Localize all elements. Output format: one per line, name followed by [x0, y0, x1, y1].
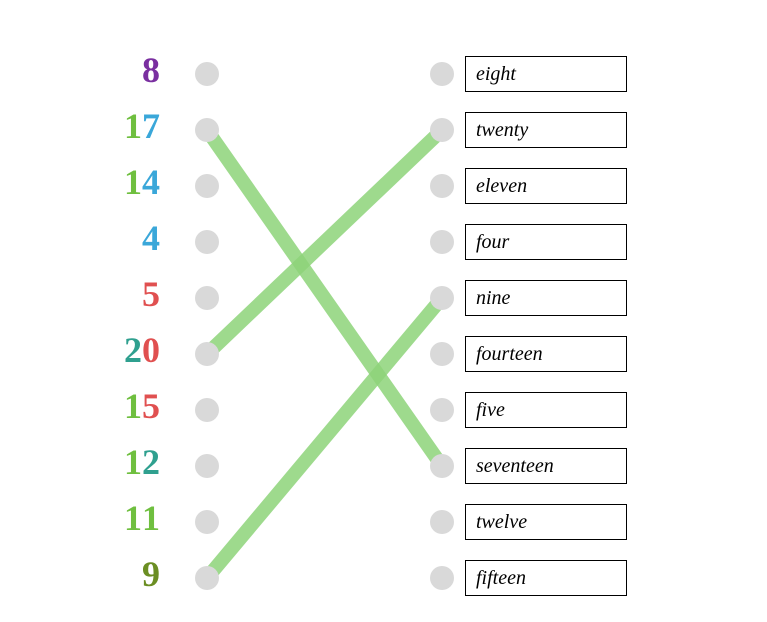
- word-box-6[interactable]: five: [465, 392, 627, 428]
- digit: 2: [142, 444, 160, 480]
- digit: 4: [142, 220, 160, 256]
- left-dot-0[interactable]: [195, 62, 219, 86]
- number-7: 12: [80, 444, 160, 480]
- digit: 9: [142, 556, 160, 592]
- left-dot-7[interactable]: [195, 454, 219, 478]
- match-line: [207, 298, 442, 578]
- number-3: 4: [80, 220, 160, 256]
- right-dot-7[interactable]: [430, 454, 454, 478]
- right-dot-9[interactable]: [430, 566, 454, 590]
- right-dot-2[interactable]: [430, 174, 454, 198]
- digit: 0: [142, 332, 160, 368]
- digit: 1: [142, 500, 160, 536]
- digit: 1: [124, 164, 142, 200]
- digit: 7: [142, 108, 160, 144]
- match-line: [207, 130, 442, 354]
- digit: 4: [142, 164, 160, 200]
- left-dot-5[interactable]: [195, 342, 219, 366]
- word-box-5[interactable]: fourteen: [465, 336, 627, 372]
- number-9: 9: [80, 556, 160, 592]
- number-5: 20: [80, 332, 160, 368]
- digit: 1: [124, 444, 142, 480]
- word-box-2[interactable]: eleven: [465, 168, 627, 204]
- number-2: 14: [80, 164, 160, 200]
- left-dot-9[interactable]: [195, 566, 219, 590]
- word-box-9[interactable]: fifteen: [465, 560, 627, 596]
- left-dot-8[interactable]: [195, 510, 219, 534]
- number-8: 11: [80, 500, 160, 536]
- word-box-4[interactable]: nine: [465, 280, 627, 316]
- word-box-8[interactable]: twelve: [465, 504, 627, 540]
- digit: 5: [142, 276, 160, 312]
- left-dot-3[interactable]: [195, 230, 219, 254]
- right-dot-3[interactable]: [430, 230, 454, 254]
- digit: 2: [124, 332, 142, 368]
- word-box-7[interactable]: seventeen: [465, 448, 627, 484]
- number-6: 15: [80, 388, 160, 424]
- match-line: [207, 130, 442, 466]
- digit: 8: [142, 52, 160, 88]
- left-dot-2[interactable]: [195, 174, 219, 198]
- digit: 1: [124, 108, 142, 144]
- right-dot-4[interactable]: [430, 286, 454, 310]
- number-1: 17: [80, 108, 160, 144]
- number-0: 8: [80, 52, 160, 88]
- digit: 1: [124, 388, 142, 424]
- word-box-3[interactable]: four: [465, 224, 627, 260]
- right-dot-0[interactable]: [430, 62, 454, 86]
- right-dot-1[interactable]: [430, 118, 454, 142]
- left-dot-6[interactable]: [195, 398, 219, 422]
- left-dot-4[interactable]: [195, 286, 219, 310]
- right-dot-5[interactable]: [430, 342, 454, 366]
- left-dot-1[interactable]: [195, 118, 219, 142]
- word-box-0[interactable]: eight: [465, 56, 627, 92]
- matching-worksheet: 8eight17twenty14eleven4four5nine20fourte…: [0, 0, 767, 622]
- digit: 5: [142, 388, 160, 424]
- number-4: 5: [80, 276, 160, 312]
- right-dot-8[interactable]: [430, 510, 454, 534]
- digit: 1: [124, 500, 142, 536]
- word-box-1[interactable]: twenty: [465, 112, 627, 148]
- right-dot-6[interactable]: [430, 398, 454, 422]
